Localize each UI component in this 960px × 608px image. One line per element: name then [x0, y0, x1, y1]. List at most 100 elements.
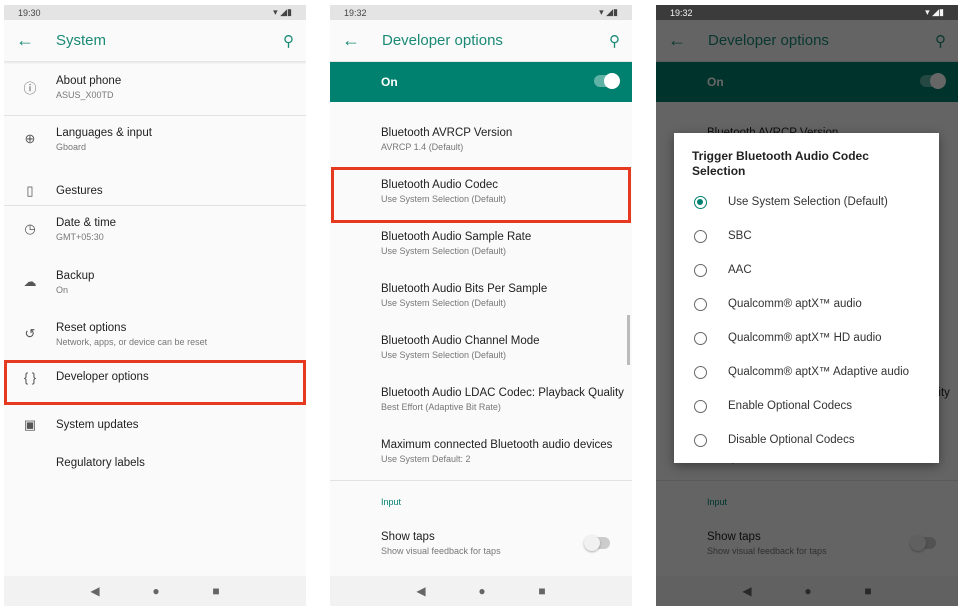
nav-home-icon[interactable]: ●	[478, 584, 485, 598]
codec-option[interactable]: Enable Optional Codecs	[692, 389, 921, 423]
codec-option[interactable]: Qualcomm® aptX™ audio	[692, 287, 921, 321]
item-summary: Network, apps, or device can be reset	[56, 336, 208, 347]
status-time: 19:32	[344, 7, 367, 18]
radio-button[interactable]	[694, 433, 707, 447]
nav-back-icon[interactable]: ◀	[90, 584, 99, 598]
item-title: Date & time	[56, 216, 117, 229]
item-summary: GMT+05:30	[56, 231, 104, 242]
option-label: Enable Optional Codecs	[728, 400, 853, 412]
back-arrow-icon[interactable]: ←	[342, 30, 382, 51]
nav-back-icon[interactable]: ◀	[416, 584, 425, 598]
radio-button[interactable]	[694, 229, 707, 243]
divider	[4, 115, 306, 116]
nav-recents-icon[interactable]: ■	[538, 584, 545, 598]
nav-home-icon[interactable]: ●	[152, 584, 159, 598]
item-title: Bluetooth Audio Sample Rate	[381, 230, 532, 243]
status-time: 19:30	[18, 7, 41, 18]
info-icon: ⓘ	[23, 80, 37, 96]
system-update-icon: ▣	[23, 417, 37, 432]
history-icon: ↺	[24, 326, 36, 341]
radio-button[interactable]	[694, 195, 707, 209]
app-bar: ← Developer options ⚲	[330, 20, 632, 62]
back-arrow-icon[interactable]: ←	[16, 30, 56, 51]
radio-button[interactable]	[694, 331, 707, 345]
option-label: Qualcomm® aptX™ HD audio	[728, 332, 882, 344]
item-summary: Gboard	[56, 141, 87, 152]
developer-option-item[interactable]: Bluetooth Audio LDAC Codec: Playback Qua…	[330, 373, 632, 425]
option-label: Use System Selection (Default)	[728, 196, 888, 208]
developer-options-screen: 19:32 ▾ ◢▮ ← Developer options ⚲ On Bluet…	[330, 5, 632, 606]
option-label: Disable Optional Codecs	[728, 434, 855, 446]
status-time: 19:32	[670, 7, 693, 18]
master-toggle[interactable]	[594, 73, 620, 89]
radio-button[interactable]	[694, 365, 707, 379]
item-title: Bluetooth Audio LDAC Codec: Playback Qua…	[381, 386, 624, 399]
divider	[4, 205, 306, 206]
option-label: Qualcomm® aptX™ audio	[728, 298, 862, 310]
master-switch-label: On	[381, 75, 398, 89]
settings-item[interactable]: ⊕ Languages & input Gboard	[4, 114, 306, 164]
gestures-icon: ▯	[26, 183, 34, 198]
option-label: Qualcomm® aptX™ Adaptive audio	[728, 366, 910, 378]
item-summary: Use System Selection (Default)	[381, 297, 507, 308]
item-title: About phone	[56, 74, 122, 87]
navigation-bar: ◀ ● ■	[330, 576, 632, 606]
settings-item[interactable]: Regulatory labels	[4, 438, 306, 488]
settings-item[interactable]: ☁ Backup On	[4, 257, 306, 307]
codec-option[interactable]: Use System Selection (Default)	[692, 185, 921, 219]
show-taps-item[interactable]: Show taps Show visual feedback for taps	[330, 523, 632, 563]
item-summary: AVRCP 1.4 (Default)	[381, 141, 464, 152]
radio-button[interactable]	[694, 297, 707, 311]
developer-option-item[interactable]: Bluetooth Audio Bits Per Sample Use Syste…	[330, 269, 632, 321]
status-icons: ▾ ◢▮	[599, 7, 618, 17]
settings-item[interactable]: ⓘ About phone ASUS_X00TD	[4, 62, 306, 112]
codec-option[interactable]: Qualcomm® aptX™ Adaptive audio	[692, 355, 921, 389]
item-summary: Best Effort (Adaptive Bit Rate)	[381, 401, 501, 412]
cloud-upload-icon: ☁	[23, 274, 37, 289]
navigation-bar: ◀ ● ■	[4, 576, 306, 606]
item-title: Bluetooth AVRCP Version	[381, 126, 513, 139]
item-title: Bluetooth Audio Bits Per Sample	[381, 282, 548, 295]
codec-dialog-screen: 19:32▾ ◢▮ ← Developer options ⚲ On Bluet…	[656, 5, 958, 606]
status-bar: 19:32 ▾ ◢▮	[656, 5, 958, 20]
codec-selection-dialog: Trigger Bluetooth Audio Codec Selection …	[674, 133, 939, 463]
codec-option[interactable]: Disable Optional Codecs	[692, 423, 921, 457]
dialog-title: Trigger Bluetooth Audio Codec Selection	[692, 149, 869, 178]
status-bar: 19:32 ▾ ◢▮	[330, 5, 632, 20]
codec-option[interactable]: AAC	[692, 253, 921, 287]
settings-item[interactable]: ◷ Date & time GMT+05:30	[4, 204, 306, 254]
codec-option[interactable]: SBC	[692, 219, 921, 253]
codec-option[interactable]: Qualcomm® aptX™ HD audio	[692, 321, 921, 355]
item-title: Gestures	[56, 185, 103, 197]
status-icons: ▾ ◢▮	[273, 7, 292, 17]
app-bar: ← System ⚲	[4, 20, 306, 62]
scrollbar[interactable]	[627, 315, 630, 365]
radio-button[interactable]	[694, 263, 707, 277]
option-label: SBC	[728, 230, 752, 242]
section-header: Input	[381, 497, 402, 507]
item-summary: ASUS_X00TD	[56, 89, 114, 100]
settings-item[interactable]: ↺ Reset options Network, apps, or device c…	[4, 309, 306, 359]
option-label: AAC	[728, 264, 752, 276]
page-title: Developer options	[382, 32, 503, 49]
item-title: Languages & input	[56, 126, 152, 139]
search-icon[interactable]: ⚲	[283, 32, 294, 50]
nav-recents-icon[interactable]: ■	[212, 584, 219, 598]
divider	[330, 480, 632, 481]
developer-option-item[interactable]: Bluetooth AVRCP Version AVRCP 1.4 (Defaul…	[330, 113, 632, 165]
master-switch-bar[interactable]: On	[330, 62, 632, 102]
developer-option-item[interactable]: Bluetooth Audio Channel Mode Use System S…	[330, 321, 632, 373]
developer-option-item[interactable]: Maximum connected Bluetooth audio device…	[330, 425, 632, 477]
globe-icon: ⊕	[24, 131, 36, 146]
clock-icon: ◷	[24, 221, 36, 236]
item-title: Show taps	[381, 530, 435, 543]
search-icon[interactable]: ⚲	[609, 32, 620, 50]
item-title: Reset options	[56, 321, 127, 334]
show-taps-toggle[interactable]	[584, 535, 610, 551]
item-title: Bluetooth Audio Channel Mode	[381, 334, 540, 347]
item-title: Maximum connected Bluetooth audio device…	[381, 438, 613, 451]
item-title: System updates	[56, 419, 139, 431]
developer-option-item[interactable]: Bluetooth Audio Sample Rate Use System Se…	[330, 217, 632, 269]
item-summary: Use System Selection (Default)	[381, 349, 507, 360]
radio-button[interactable]	[694, 399, 707, 413]
